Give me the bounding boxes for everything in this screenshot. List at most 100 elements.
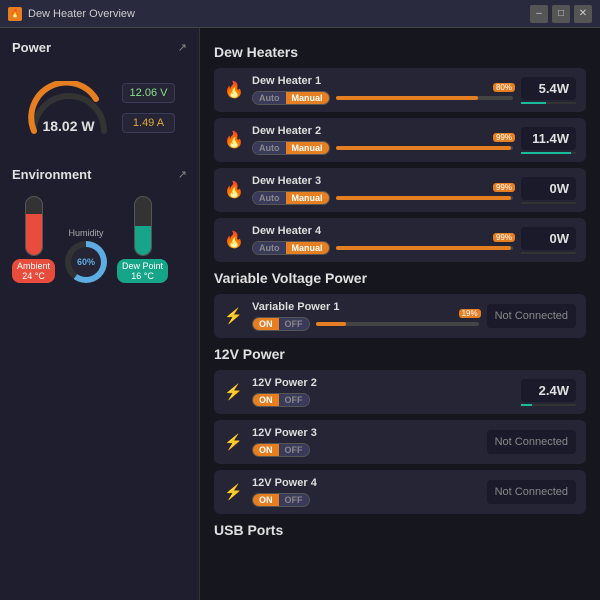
- maximize-button[interactable]: □: [552, 5, 570, 23]
- slider-track-2: [336, 146, 513, 150]
- right-panel: Dew Heaters 🔥 Dew Heater 1 Auto Manual 8…: [200, 28, 600, 600]
- slider-pct-1: 80%: [493, 83, 515, 92]
- flame-icon-1: 🔥: [224, 80, 244, 100]
- auto-btn-1[interactable]: Auto: [253, 92, 286, 104]
- slider-fill-2: [336, 146, 512, 150]
- auto-btn-2[interactable]: Auto: [253, 142, 286, 154]
- bolt-icon-var1: ⚡: [224, 307, 244, 325]
- humidity-value: 60%: [71, 247, 101, 277]
- bolt-icon-12v3: ⚡: [224, 433, 244, 451]
- power-bar-4: [521, 252, 576, 254]
- 12v-power-bar-2: [521, 404, 576, 406]
- 12v-power-row-3: ⚡ 12V Power 3 ON OFF Not Connected: [214, 420, 586, 464]
- slider-track-1: [336, 96, 513, 100]
- power-display-2: 11.4W: [521, 127, 576, 154]
- slider-1[interactable]: 80%: [336, 91, 513, 105]
- flame-icon-3: 🔥: [224, 180, 244, 200]
- power-bar-2: [521, 152, 576, 154]
- power-external-link-icon[interactable]: ↗: [178, 41, 187, 54]
- 12v-power-info-4: 12V Power 4 ON OFF: [252, 477, 479, 507]
- ambient-fill: [26, 214, 42, 255]
- manual-btn-3[interactable]: Manual: [286, 192, 329, 204]
- slider-2[interactable]: 99%: [336, 141, 513, 155]
- heater-info-4: Dew Heater 4 Auto Manual 99%: [252, 225, 513, 255]
- dewpoint-thermometer: Dew Point 16 °C: [117, 196, 168, 283]
- on-btn-var1[interactable]: ON: [253, 318, 279, 330]
- titlebar-left: 🔥 Dew Heater Overview: [8, 7, 135, 21]
- close-button[interactable]: ✕: [574, 5, 592, 23]
- minimize-button[interactable]: –: [530, 5, 548, 23]
- manual-btn-4[interactable]: Manual: [286, 242, 329, 254]
- power-title: Power: [12, 40, 51, 55]
- var-slider-1[interactable]: 19%: [316, 317, 479, 331]
- power-bar-1: [521, 102, 576, 104]
- environment-section: Environment ↗ Ambient 24 °C Humidity: [12, 167, 187, 289]
- slider-track-3: [336, 196, 513, 200]
- power-12v-title: 12V Power: [214, 346, 586, 362]
- titlebar-controls: – □ ✕: [530, 5, 592, 23]
- off-btn-12v4[interactable]: OFF: [279, 494, 309, 506]
- heater-row-4: 🔥 Dew Heater 4 Auto Manual 99%: [214, 218, 586, 262]
- humidity-wrap: Humidity 60%: [65, 228, 107, 283]
- slider-fill-3: [336, 196, 512, 200]
- env-external-link-icon[interactable]: ↗: [178, 168, 187, 181]
- 12v-not-connected-4: Not Connected: [487, 480, 576, 504]
- power-value-4: 0W: [521, 227, 576, 250]
- power-display-1: 5.4W: [521, 77, 576, 104]
- ambient-thermometer: Ambient 24 °C: [12, 196, 55, 283]
- ambient-label: Ambient 24 °C: [12, 259, 55, 283]
- power-display-3: 0W: [521, 177, 576, 204]
- var-slider-track-1: [316, 322, 479, 326]
- power-value: 18.02 W: [42, 118, 94, 134]
- power-display-4: 0W: [521, 227, 576, 254]
- auto-btn-3[interactable]: Auto: [253, 192, 286, 204]
- on-btn-12v3[interactable]: ON: [253, 444, 279, 456]
- heater-name-2: Dew Heater 2: [252, 125, 513, 137]
- power-value-3: 0W: [521, 177, 576, 200]
- 12v-power-controls-4: ON OFF: [252, 493, 479, 507]
- toggle-group-3: Auto Manual: [252, 191, 330, 205]
- 12v-power-row-2: ⚡ 12V Power 2 ON OFF 2.4W: [214, 370, 586, 414]
- 12v-toggle-group-4: ON OFF: [252, 493, 310, 507]
- dew-heaters-title: Dew Heaters: [214, 44, 586, 60]
- manual-btn-1[interactable]: Manual: [286, 92, 329, 104]
- power-bar-fill-1: [521, 102, 546, 104]
- off-btn-12v2[interactable]: OFF: [279, 394, 309, 406]
- off-btn-var1[interactable]: OFF: [279, 318, 309, 330]
- auto-btn-4[interactable]: Auto: [253, 242, 286, 254]
- humidity-label: Humidity: [69, 228, 104, 238]
- slider-fill-1: [336, 96, 478, 100]
- var-not-connected-1: Not Connected: [487, 304, 576, 328]
- heater-name-1: Dew Heater 1: [252, 75, 513, 87]
- gauge-container: 18.02 W 12.06 V 1.49 A: [12, 63, 187, 153]
- 12v-power-info-2: 12V Power 2 ON OFF: [252, 377, 513, 407]
- var-toggle-group-1: ON OFF: [252, 317, 310, 331]
- titlebar-title: Dew Heater Overview: [28, 8, 135, 20]
- manual-btn-2[interactable]: Manual: [286, 142, 329, 154]
- 12v-toggle-group-3: ON OFF: [252, 443, 310, 457]
- 12v-power-controls-3: ON OFF: [252, 443, 479, 457]
- heater-controls-1: Auto Manual 80%: [252, 91, 513, 105]
- off-btn-12v3[interactable]: OFF: [279, 444, 309, 456]
- 12v-power-controls-2: ON OFF: [252, 393, 513, 407]
- on-btn-12v4[interactable]: ON: [253, 494, 279, 506]
- heater-info-3: Dew Heater 3 Auto Manual 99%: [252, 175, 513, 205]
- var-slider-fill-1: [316, 322, 347, 326]
- slider-3[interactable]: 99%: [336, 191, 513, 205]
- bolt-icon-12v4: ⚡: [224, 483, 244, 501]
- flame-icon-4: 🔥: [224, 230, 244, 250]
- toggle-group-2: Auto Manual: [252, 141, 330, 155]
- heater-controls-4: Auto Manual 99%: [252, 241, 513, 255]
- heater-name-3: Dew Heater 3: [252, 175, 513, 187]
- main-layout: Power ↗ 18.02 W 12.06 V 1.49 A: [0, 28, 600, 600]
- 12v-toggle-group-2: ON OFF: [252, 393, 310, 407]
- dewpoint-fill: [135, 226, 151, 255]
- slider-pct-4: 99%: [493, 233, 515, 242]
- on-btn-12v2[interactable]: ON: [253, 394, 279, 406]
- flame-icon-2: 🔥: [224, 130, 244, 150]
- power-bar-3: [521, 202, 576, 204]
- slider-4[interactable]: 99%: [336, 241, 513, 255]
- heater-row-3: 🔥 Dew Heater 3 Auto Manual 99%: [214, 168, 586, 212]
- titlebar: 🔥 Dew Heater Overview – □ ✕: [0, 0, 600, 28]
- dewpoint-tube: [134, 196, 152, 256]
